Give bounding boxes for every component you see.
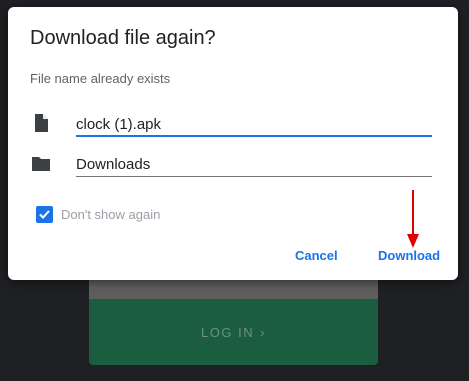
dont-show-again-label: Don't show again [61,207,161,222]
login-button-label: LOG IN [201,324,255,340]
folder-location-value: Downloads [76,156,151,173]
annotation-arrow-icon [407,190,419,248]
login-button[interactable]: LOG IN › [89,299,378,365]
dont-show-again-row[interactable]: Don't show again [36,206,160,223]
dont-show-again-checkbox[interactable] [36,206,53,223]
check-icon [39,210,50,219]
file-name-input[interactable]: clock (1).apk [76,113,432,137]
chevron-right-icon: › [260,324,266,340]
file-name-value: clock (1).apk [76,116,162,133]
file-icon [31,113,51,133]
download-button[interactable]: Download [378,248,440,263]
download-again-dialog: Download file again? File name already e… [8,7,458,280]
cancel-button[interactable]: Cancel [295,248,338,263]
dialog-subtitle: File name already exists [30,71,171,86]
dialog-title: Download file again? [30,27,216,49]
folder-location-field[interactable]: Downloads [76,153,432,177]
folder-icon [31,154,51,174]
